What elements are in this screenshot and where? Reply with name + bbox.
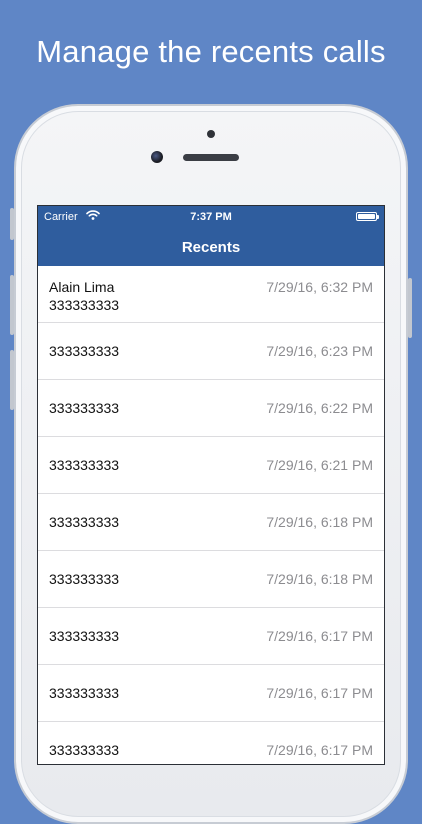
recent-call-row[interactable]: Alain Lima 333333333 7/29/16, 6:32 PM bbox=[38, 266, 384, 323]
phone-number: 333333333 bbox=[49, 297, 120, 313]
phone-screen: Carrier 7:37 PM Recents Alain Lima 33333… bbox=[37, 205, 385, 765]
page-title: Recents bbox=[181, 239, 241, 256]
recent-call-row[interactable]: 333333333 7/29/16, 6:21 PM bbox=[38, 437, 384, 494]
call-timestamp: 7/29/16, 6:32 PM bbox=[266, 279, 373, 295]
proximity-sensor bbox=[207, 130, 215, 138]
recent-call-row[interactable]: 333333333 7/29/16, 6:18 PM bbox=[38, 494, 384, 551]
recent-call-row[interactable]: 333333333 7/29/16, 6:23 PM bbox=[38, 323, 384, 380]
call-timestamp: 7/29/16, 6:23 PM bbox=[266, 343, 373, 359]
front-camera-icon bbox=[151, 151, 163, 163]
call-timestamp: 7/29/16, 6:21 PM bbox=[266, 457, 373, 473]
recent-call-row[interactable]: 333333333 7/29/16, 6:17 PM bbox=[38, 608, 384, 665]
contact-name: Alain Lima bbox=[49, 279, 115, 295]
recent-call-row[interactable]: 333333333 7/29/16, 6:18 PM bbox=[38, 551, 384, 608]
call-timestamp: 7/29/16, 6:18 PM bbox=[266, 514, 373, 530]
phone-number: 333333333 bbox=[49, 400, 120, 416]
phone-number: 333333333 bbox=[49, 571, 120, 587]
recent-call-row[interactable]: 333333333 7/29/16, 6:17 PM bbox=[38, 665, 384, 722]
battery-icon bbox=[356, 212, 379, 221]
recents-list: Alain Lima 333333333 7/29/16, 6:32 PM 33… bbox=[38, 266, 384, 764]
phone-number: 333333333 bbox=[49, 685, 120, 701]
status-bar: Carrier 7:37 PM bbox=[38, 206, 384, 228]
phone-number: 333333333 bbox=[49, 514, 120, 530]
navigation-bar: Carrier 7:37 PM Recents bbox=[38, 206, 384, 266]
call-timestamp: 7/29/16, 6:17 PM bbox=[266, 685, 373, 701]
phone-number: 333333333 bbox=[49, 742, 120, 758]
earpiece-speaker bbox=[183, 154, 239, 161]
call-timestamp: 7/29/16, 6:18 PM bbox=[266, 571, 373, 587]
power-button bbox=[408, 278, 412, 338]
phone-number: 333333333 bbox=[49, 628, 120, 644]
call-timestamp: 7/29/16, 6:17 PM bbox=[266, 628, 373, 644]
status-time: 7:37 PM bbox=[190, 211, 232, 223]
call-timestamp: 7/29/16, 6:22 PM bbox=[266, 400, 373, 416]
promo-headline: Manage the recents calls bbox=[36, 34, 386, 69]
phone-number: 333333333 bbox=[49, 343, 120, 359]
phone-number: 333333333 bbox=[49, 457, 120, 473]
call-timestamp: 7/29/16, 6:17 PM bbox=[266, 742, 373, 758]
recent-call-row[interactable]: 333333333 7/29/16, 6:22 PM bbox=[38, 380, 384, 437]
recent-call-row[interactable]: 333333333 7/29/16, 6:17 PM bbox=[38, 722, 384, 764]
